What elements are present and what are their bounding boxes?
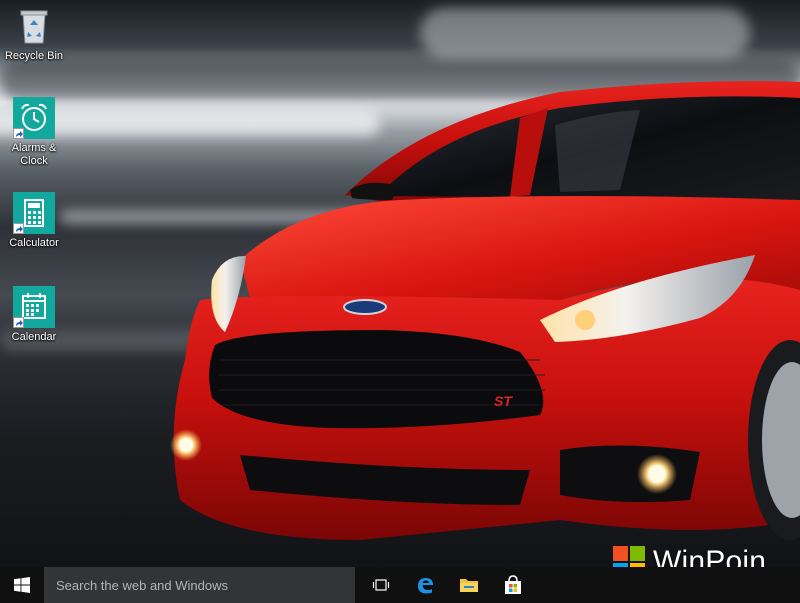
recycle-bin-icon — [13, 5, 55, 47]
winpoin-text: WinPoin — [653, 545, 767, 567]
taskbar — [0, 567, 800, 603]
start-button[interactable] — [0, 567, 44, 603]
desktop-icon-calculator[interactable]: Calculator — [0, 192, 68, 250]
desktop-icon-recycle-bin[interactable]: Recycle Bin — [0, 5, 68, 63]
store-icon — [505, 575, 521, 594]
winpoin-watermark: WinPoin — [613, 545, 766, 567]
shortcut-arrow-icon — [13, 223, 24, 234]
desktop-icon-label: Alarms & Clock — [11, 142, 57, 167]
desktop: ST Recycle Bin Alarms & Clock Calculator… — [0, 0, 800, 567]
desktop-icon-label: Calendar — [11, 331, 57, 343]
desktop-icon-label: Recycle Bin — [4, 50, 64, 62]
file-explorer-icon — [460, 579, 478, 592]
calculator-icon — [13, 192, 55, 234]
wallpaper-car-image: ST — [170, 81, 800, 540]
shortcut-arrow-icon — [13, 317, 24, 328]
winpoin-logo-icon — [613, 546, 645, 567]
task-view-icon — [372, 579, 390, 591]
edge-icon — [418, 578, 433, 594]
search-box[interactable] — [44, 567, 355, 603]
desktop-icon-label: Calculator — [9, 237, 59, 249]
task-view-button[interactable] — [359, 567, 403, 603]
st-badge: ST — [494, 393, 513, 409]
alarm-clock-icon — [13, 97, 55, 139]
start-icon — [14, 577, 30, 593]
edge-browser-button[interactable] — [403, 567, 447, 603]
search-input[interactable] — [54, 576, 348, 594]
file-explorer-button[interactable] — [447, 567, 491, 603]
store-button[interactable] — [491, 567, 535, 603]
desktop-icon-alarms-clock[interactable]: Alarms & Clock — [0, 97, 68, 168]
calendar-icon — [13, 286, 55, 328]
shortcut-arrow-icon — [13, 128, 24, 139]
desktop-icon-calendar[interactable]: Calendar — [0, 286, 68, 344]
